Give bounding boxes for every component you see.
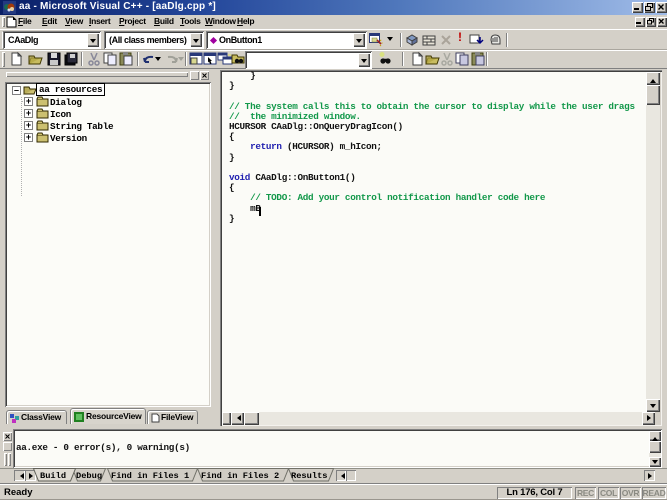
- svg-text:Results: Results: [291, 471, 328, 481]
- svg-text:Build: Build: [40, 471, 66, 481]
- svg-text:Find in Files 1: Find in Files 1: [111, 471, 189, 481]
- svg-text:Find in Files 2: Find in Files 2: [201, 471, 279, 481]
- svg-text:Debug: Debug: [76, 471, 102, 481]
